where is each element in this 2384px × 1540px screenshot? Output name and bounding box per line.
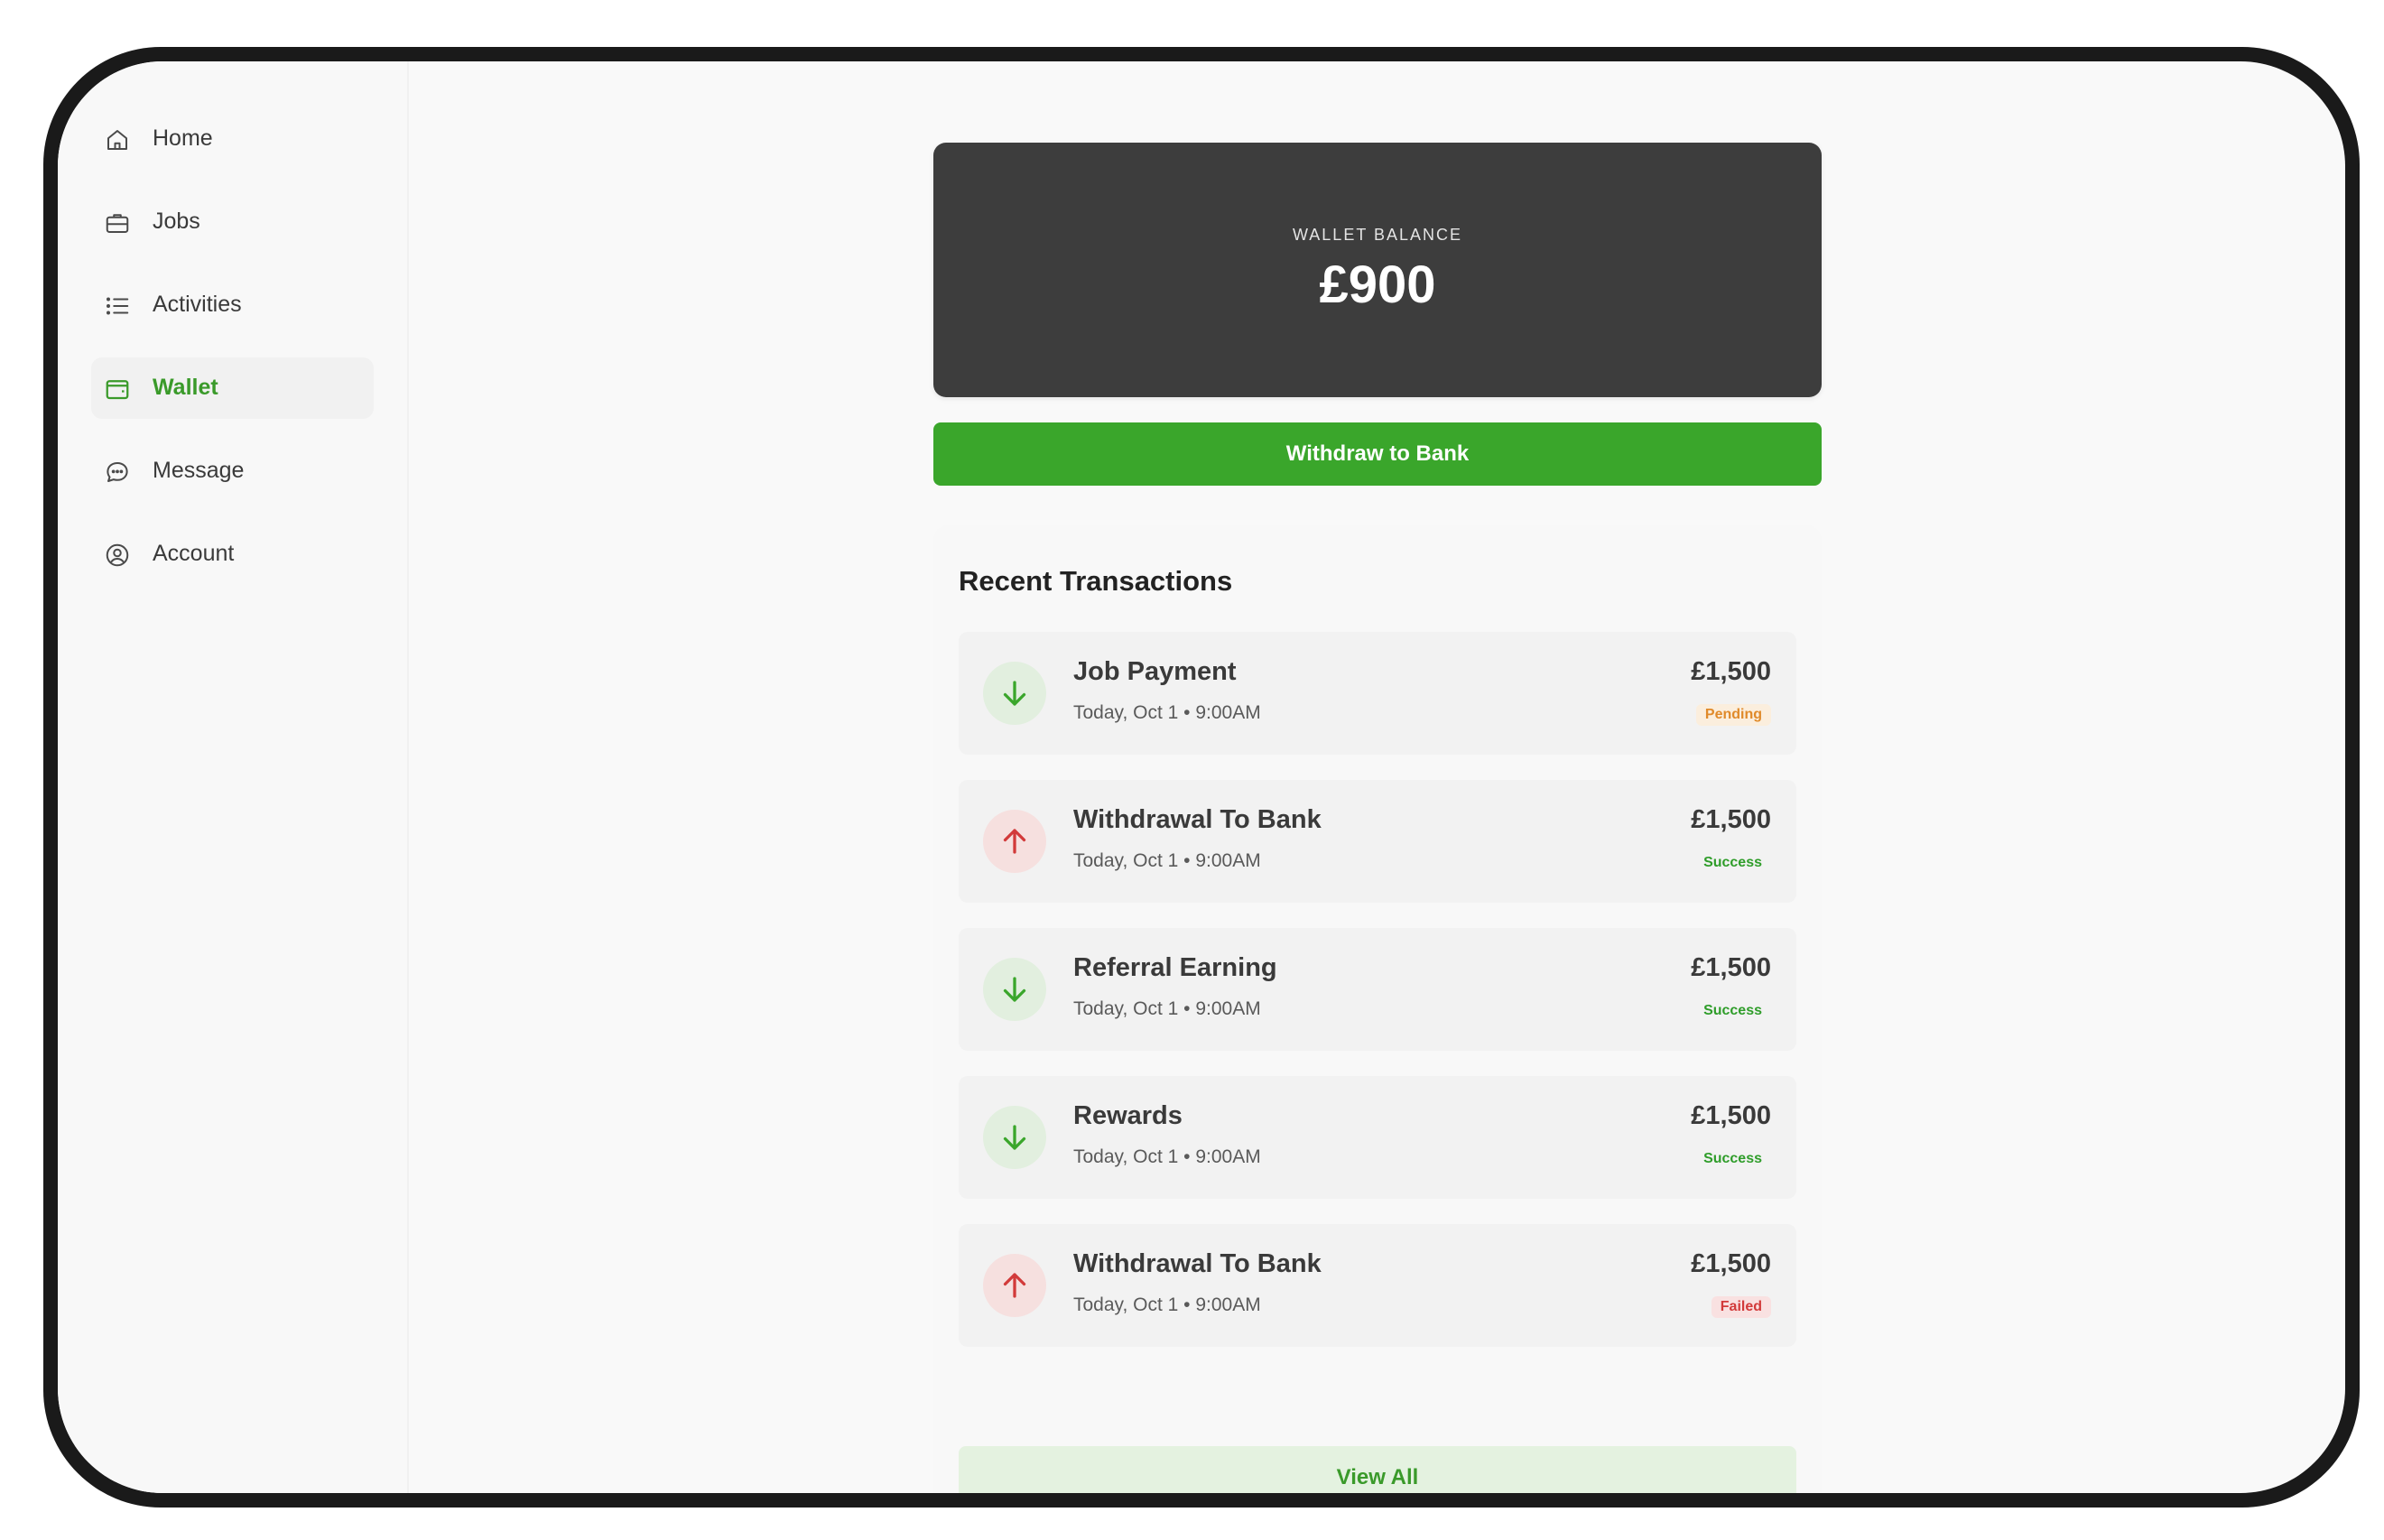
message-icon [107, 462, 128, 482]
transaction-row[interactable]: Withdrawal To Bank Today, Oct 1 • 9:00AM… [959, 780, 1796, 903]
arrow-up-icon [983, 1254, 1046, 1317]
view-all-button[interactable]: View All [959, 1446, 1796, 1493]
sidebar-item-label: Account [153, 541, 235, 566]
wallet-balance-label: WALLET BALANCE [1292, 226, 1463, 244]
arrow-down-icon [983, 1106, 1046, 1169]
sidebar-item-message[interactable]: Message [91, 441, 374, 502]
transaction-date: Today, Oct 1 • 9:00AM [1073, 850, 1261, 871]
status-badge: Failed [1711, 1296, 1771, 1318]
sidebar-item-account[interactable]: Account [91, 524, 374, 585]
transaction-name: Rewards [1073, 1101, 1183, 1130]
status-badge: Success [1703, 1003, 1762, 1018]
transaction-name: Withdrawal To Bank [1073, 1249, 1322, 1278]
transaction-date: Today, Oct 1 • 9:00AM [1073, 998, 1261, 1019]
sidebar-item-jobs[interactable]: Jobs [91, 191, 374, 253]
wallet-icon [106, 380, 129, 400]
arrow-down-icon [983, 662, 1046, 725]
transaction-row[interactable]: Rewards Today, Oct 1 • 9:00AM £1,500 Suc… [959, 1076, 1796, 1199]
transaction-date: Today, Oct 1 • 9:00AM [1073, 1294, 1261, 1315]
transaction-date: Today, Oct 1 • 9:00AM [1073, 702, 1261, 723]
sidebar-item-label: Message [153, 458, 245, 483]
transaction-row[interactable]: Job Payment Today, Oct 1 • 9:00AM £1,500… [959, 632, 1796, 755]
list-icon [107, 297, 129, 315]
transaction-amount: £1,500 [1691, 805, 1771, 834]
transaction-amount: £1,500 [1691, 657, 1771, 686]
status-badge: Pending [1695, 704, 1771, 726]
sidebar-item-label: Jobs [153, 209, 200, 234]
status-badge: Success [1703, 855, 1762, 870]
wallet-balance-amount: £900 [1319, 255, 1436, 314]
tablet-frame: Home Jobs Activities Wallet Message Acco… [43, 47, 2360, 1508]
wallet-balance-card: WALLET BALANCE £900 [933, 143, 1822, 397]
transaction-name: Withdrawal To Bank [1073, 805, 1322, 834]
transaction-amount: £1,500 [1691, 953, 1771, 982]
sidebar-item-label: Activities [153, 292, 242, 317]
sidebar-item-wallet[interactable]: Wallet [91, 357, 374, 419]
recent-transactions-panel: Recent Transactions Job Payment Today, O… [933, 525, 1822, 1493]
home-icon [107, 130, 127, 150]
transaction-amount: £1,500 [1691, 1101, 1771, 1130]
recent-transactions-title: Recent Transactions [959, 565, 1233, 597]
transaction-row[interactable]: Referral Earning Today, Oct 1 • 9:00AM £… [959, 928, 1796, 1051]
app-screen: Home Jobs Activities Wallet Message Acco… [58, 61, 2345, 1493]
transaction-row[interactable]: Withdrawal To Bank Today, Oct 1 • 9:00AM… [959, 1224, 1796, 1347]
status-badge: Success [1703, 1151, 1762, 1166]
sidebar-item-activities[interactable]: Activities [91, 274, 374, 336]
transaction-date: Today, Oct 1 • 9:00AM [1073, 1146, 1261, 1167]
transaction-name: Job Payment [1073, 657, 1237, 686]
sidebar: Home Jobs Activities Wallet Message Acco… [58, 61, 409, 1493]
sidebar-item-label: Wallet [153, 375, 218, 400]
sidebar-item-home[interactable]: Home [91, 108, 374, 170]
transaction-amount: £1,500 [1691, 1249, 1771, 1278]
arrow-up-icon [983, 810, 1046, 873]
briefcase-icon [106, 214, 129, 233]
arrow-down-icon [983, 958, 1046, 1021]
account-icon [106, 543, 129, 567]
sidebar-item-label: Home [153, 125, 213, 151]
transaction-name: Referral Earning [1073, 953, 1277, 982]
withdraw-to-bank-button[interactable]: Withdraw to Bank [933, 422, 1822, 486]
